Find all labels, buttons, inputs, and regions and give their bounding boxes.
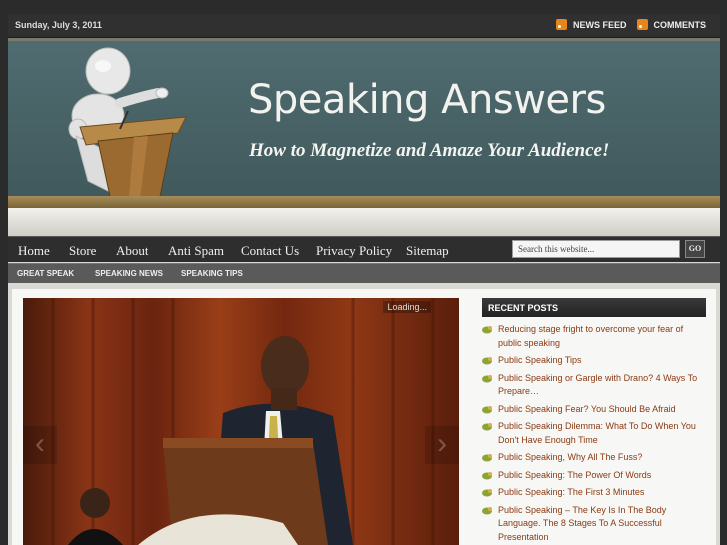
recent-post-link[interactable]: Reducing stage fright to overcome your f… bbox=[482, 323, 706, 350]
recent-post-link[interactable]: Public Speaking, Why All The Fuss? bbox=[482, 451, 706, 465]
slide-image bbox=[51, 298, 435, 545]
recent-post-link[interactable]: Public Speaking Fear? You Should Be Afra… bbox=[482, 403, 706, 417]
leaf-bullet-icon bbox=[482, 357, 492, 365]
recent-post-link[interactable]: Public Speaking Tips bbox=[482, 354, 706, 368]
rss-icon bbox=[636, 19, 648, 30]
current-date: Sunday, July 3, 2011 bbox=[15, 20, 102, 30]
recent-post-link[interactable]: Public Speaking Dilemma: What To Do When… bbox=[482, 420, 706, 447]
recent-post-link[interactable]: Public Speaking: The Power Of Words bbox=[482, 469, 706, 483]
nav-sitemap[interactable]: Sitemap bbox=[406, 243, 449, 259]
header-ledge bbox=[8, 208, 720, 236]
nav-home[interactable]: Home bbox=[18, 243, 50, 259]
chevron-right-icon[interactable]: › bbox=[425, 426, 459, 464]
leaf-bullet-icon bbox=[482, 506, 492, 514]
main-nav: Home Store About Anti Spam Contact Us Pr… bbox=[8, 236, 720, 262]
leaf-bullet-icon bbox=[482, 374, 492, 382]
rss-icon bbox=[555, 19, 567, 30]
search-input[interactable]: Search this website... bbox=[512, 240, 680, 258]
recent-post-link[interactable]: Public Speaking – The Key Is In The Body… bbox=[482, 504, 706, 545]
leaf-bullet-icon bbox=[482, 405, 492, 413]
leaf-bullet-icon bbox=[482, 471, 492, 479]
site-title[interactable]: Speaking Answers bbox=[248, 77, 606, 123]
site-header: Speaking Answers How to Magnetize and Am… bbox=[8, 38, 720, 234]
recent-post-link[interactable]: Public Speaking or Gargle with Drano? 4 … bbox=[482, 372, 706, 399]
recent-posts-list: Reducing stage fright to overcome your f… bbox=[482, 323, 706, 544]
page-wrapper: Sunday, July 3, 2011 NEWS FEED COMMENTS … bbox=[8, 14, 720, 545]
category-nav: GREAT SPEAK SPEAKING NEWS SPEAKING TIPS bbox=[8, 263, 720, 283]
leaf-bullet-icon bbox=[482, 423, 492, 431]
nav-about[interactable]: About bbox=[116, 243, 149, 259]
recent-post-link[interactable]: Public Speaking: The First 3 Minutes bbox=[482, 486, 706, 500]
nav-store[interactable]: Store bbox=[69, 243, 96, 259]
sidebar: RECENT POSTS Reducing stage fright to ov… bbox=[482, 298, 706, 545]
news-feed-link[interactable]: NEWS FEED bbox=[573, 20, 627, 30]
slider-loading: Loading... bbox=[383, 301, 431, 313]
nav-privacy-policy[interactable]: Privacy Policy bbox=[316, 243, 392, 259]
feed-links: NEWS FEED COMMENTS bbox=[555, 19, 710, 30]
main-content: Loading... ‹ › RECENT POSTS Reducing sta… bbox=[12, 289, 716, 545]
chalkboard-frame bbox=[8, 196, 720, 208]
leaf-bullet-icon bbox=[482, 454, 492, 462]
site-tagline: How to Magnetize and Amaze Your Audience… bbox=[249, 140, 610, 161]
recent-posts-heading: RECENT POSTS bbox=[482, 298, 706, 317]
leaf-bullet-icon bbox=[482, 326, 492, 334]
category-speaking-news[interactable]: SPEAKING NEWS bbox=[95, 269, 163, 278]
featured-slider[interactable]: Loading... ‹ › bbox=[23, 298, 459, 545]
chevron-left-icon[interactable]: ‹ bbox=[23, 426, 57, 464]
nav-anti-spam[interactable]: Anti Spam bbox=[168, 243, 224, 259]
top-bar: Sunday, July 3, 2011 NEWS FEED COMMENTS bbox=[8, 14, 720, 38]
search-go-button[interactable]: GO bbox=[685, 240, 705, 258]
nav-contact-us[interactable]: Contact Us bbox=[241, 243, 299, 259]
category-great-speak[interactable]: GREAT SPEAK bbox=[17, 269, 74, 278]
leaf-bullet-icon bbox=[482, 489, 492, 497]
category-speaking-tips[interactable]: SPEAKING TIPS bbox=[181, 269, 243, 278]
comments-feed-link[interactable]: COMMENTS bbox=[654, 20, 707, 30]
